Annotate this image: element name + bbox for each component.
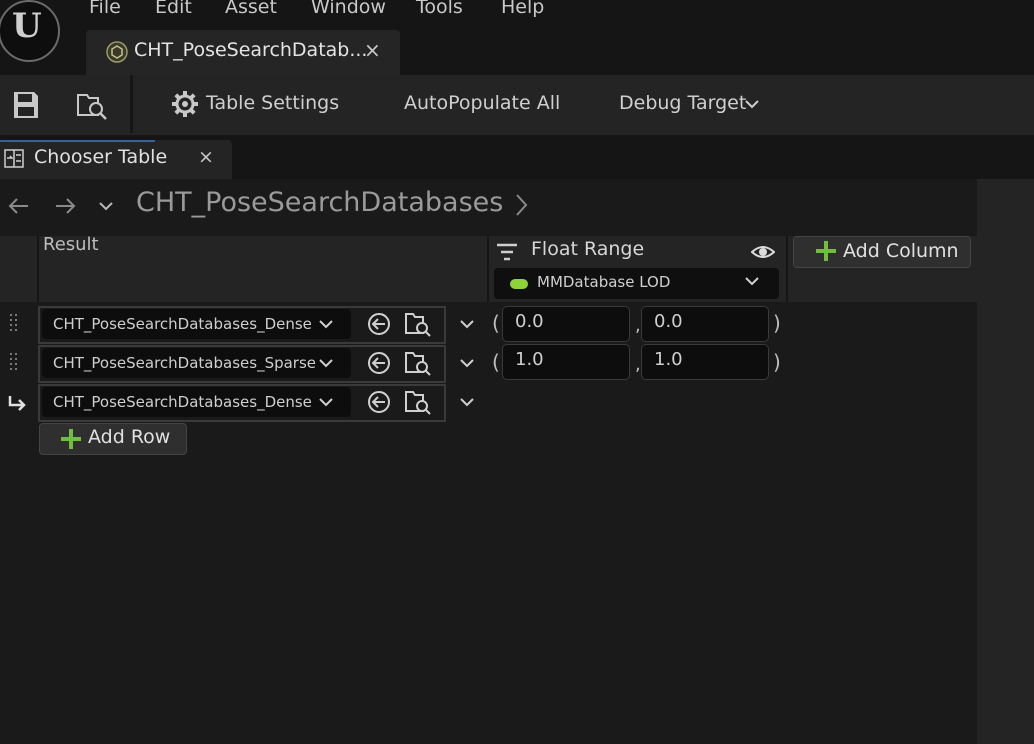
result-asset-label: CHT_PoseSearchDatabases_Dense — [53, 315, 312, 333]
browse-asset-icon[interactable] — [76, 89, 108, 121]
table-settings-button[interactable]: Table Settings — [206, 92, 339, 114]
range-max-value: 0.0 — [654, 311, 683, 332]
range-max-value: 1.0 — [654, 349, 683, 370]
forward-arrow-icon[interactable] — [54, 197, 76, 215]
menu-window[interactable]: Window — [311, 0, 386, 18]
fallback-arrow-icon — [8, 396, 26, 411]
toolbar-separator — [130, 75, 133, 133]
back-arrow-icon[interactable] — [8, 197, 30, 215]
fallback-asset-label: CHT_PoseSearchDatabases_Dense — [53, 393, 312, 411]
range-close-paren: ) — [773, 311, 781, 335]
range-comma: , — [635, 315, 641, 336]
range-open-paren: ( — [492, 311, 500, 335]
browse-asset-icon[interactable] — [404, 350, 432, 376]
use-selected-icon[interactable] — [367, 312, 391, 336]
header-divider — [786, 236, 788, 302]
result-column-header: Result — [43, 234, 99, 255]
panel-tab-active-indicator — [0, 140, 155, 142]
header-divider — [487, 236, 489, 302]
breadcrumb-chevron-icon[interactable] — [514, 193, 528, 217]
float-range-column-header: Float Range — [531, 238, 645, 260]
history-chevron-down-icon[interactable] — [98, 201, 114, 211]
range-comma: , — [635, 354, 641, 375]
debug-target-button[interactable]: Debug Target — [619, 92, 746, 114]
chooser-table-icon — [4, 149, 24, 168]
chevron-down-icon[interactable] — [318, 358, 334, 368]
breadcrumb[interactable]: CHT_PoseSearchDatabases — [136, 187, 503, 218]
add-row-label: Add Row — [88, 426, 171, 448]
document-tab-label: CHT_PoseSearchDatab... — [134, 39, 368, 61]
autopopulate-all-button[interactable]: AutoPopulate All — [404, 92, 560, 114]
range-min-value: 1.0 — [515, 349, 544, 370]
menu-asset[interactable]: Asset — [225, 0, 277, 18]
menu-tools[interactable]: Tools — [416, 0, 463, 18]
menu-file[interactable]: File — [89, 0, 121, 18]
chevron-down-icon[interactable] — [459, 319, 475, 329]
range-open-paren: ( — [492, 350, 500, 374]
menu-edit[interactable]: Edit — [155, 0, 192, 18]
close-icon[interactable]: × — [198, 146, 214, 168]
save-icon[interactable] — [12, 90, 40, 120]
chevron-down-icon[interactable] — [459, 397, 475, 407]
parameter-label: MMDatabase LOD — [537, 273, 671, 291]
asset-icon — [106, 41, 128, 63]
plus-icon — [61, 429, 81, 449]
plus-icon — [816, 241, 836, 261]
chevron-down-icon[interactable] — [318, 319, 334, 329]
scrollbar-track[interactable] — [977, 179, 1034, 744]
add-column-label: Add Column — [843, 240, 959, 262]
panel-tab-label: Chooser Table — [34, 146, 168, 168]
chevron-down-icon[interactable] — [744, 276, 760, 286]
gear-icon — [172, 91, 198, 117]
chevron-down-icon[interactable] — [318, 397, 334, 407]
parameter-type-pill — [510, 279, 528, 289]
range-close-paren: ) — [773, 350, 781, 374]
result-asset-label: CHT_PoseSearchDatabases_Sparse — [53, 354, 317, 372]
menu-help[interactable]: Help — [501, 0, 544, 18]
grip-icon[interactable] — [10, 314, 18, 334]
chevron-down-icon[interactable] — [459, 358, 475, 368]
close-icon[interactable]: × — [364, 38, 381, 62]
filter-icon[interactable] — [496, 241, 518, 263]
header-divider — [37, 236, 39, 302]
eye-icon[interactable] — [751, 241, 775, 263]
grip-icon[interactable] — [10, 353, 18, 373]
chevron-down-icon[interactable] — [745, 99, 759, 109]
use-selected-icon[interactable] — [367, 390, 391, 414]
browse-asset-icon[interactable] — [404, 311, 432, 337]
range-min-value: 0.0 — [515, 311, 544, 332]
use-selected-icon[interactable] — [367, 351, 391, 375]
browse-asset-icon[interactable] — [404, 389, 432, 415]
unreal-logo-mark: U — [12, 6, 42, 46]
